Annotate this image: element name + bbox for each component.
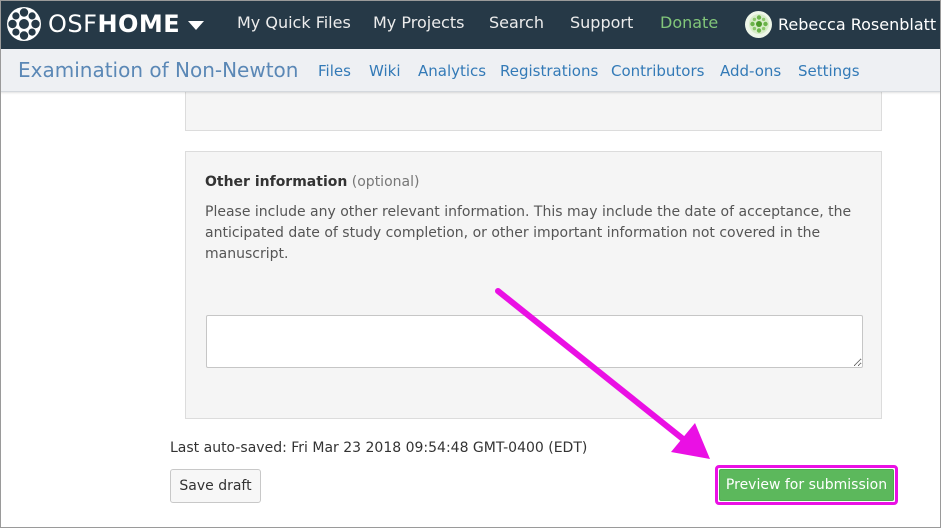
preview-for-submission-button[interactable]: Preview for submission (719, 469, 894, 501)
previous-section-panel (185, 92, 882, 131)
chevron-down-icon (188, 21, 205, 30)
project-title[interactable]: Examination of Non-Newtoni... (18, 58, 298, 82)
user-name: Rebecca Rosenblatt (778, 14, 937, 34)
nav-donate[interactable]: Donate (660, 13, 718, 32)
nav-my-projects[interactable]: My Projects (373, 13, 464, 32)
osf-home-brand[interactable]: OSFHOME (6, 6, 205, 42)
top-navbar: OSFHOME My Quick Files My Projects Searc… (0, 0, 941, 49)
osf-logo-icon (6, 6, 42, 42)
project-nav-settings[interactable]: Settings (798, 62, 860, 80)
project-nav-wiki[interactable]: Wiki (369, 62, 401, 80)
nav-my-quick-files[interactable]: My Quick Files (237, 13, 351, 32)
section-title-label: Other information (205, 174, 348, 190)
project-nav-add-ons[interactable]: Add-ons (720, 62, 781, 80)
autosave-status: Last auto-saved: Fri Mar 23 2018 09:54:4… (170, 440, 588, 456)
project-nav-files[interactable]: Files (318, 62, 351, 80)
save-draft-button[interactable]: Save draft (170, 469, 261, 503)
user-menu[interactable]: Rebecca Rosenblatt (745, 10, 941, 38)
section-title: Other information (optional) (205, 174, 419, 190)
project-nav-registrations[interactable]: Registrations (500, 62, 598, 80)
project-navbar: Examination of Non-Newtoni... Files Wiki… (0, 49, 941, 92)
other-information-panel: Other information (optional) Please incl… (185, 151, 882, 419)
brand-label-home: HOME (97, 10, 181, 38)
section-description: Please include any other relevant inform… (205, 204, 852, 262)
nav-search[interactable]: Search (489, 13, 544, 32)
project-nav-analytics[interactable]: Analytics (418, 62, 486, 80)
project-nav-contributors[interactable]: Contributors (611, 62, 704, 80)
brand-label-osf: OSF (48, 10, 98, 38)
brand-label: OSFHOME (48, 10, 180, 38)
nav-support[interactable]: Support (570, 13, 633, 32)
user-avatar-icon (745, 10, 772, 38)
optional-label: (optional) (351, 174, 420, 190)
other-information-textarea[interactable] (206, 315, 863, 368)
